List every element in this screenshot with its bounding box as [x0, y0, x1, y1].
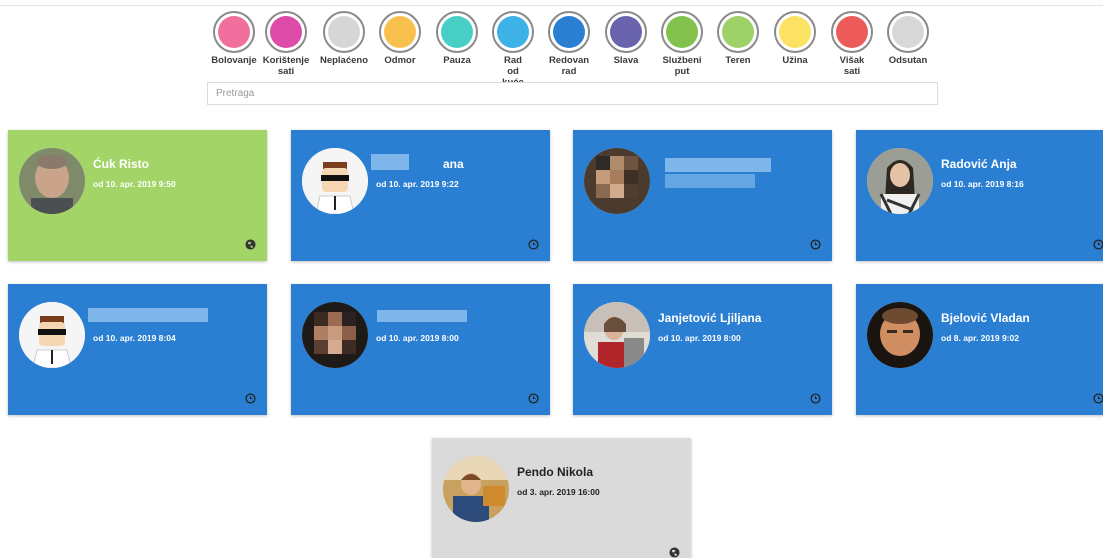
redacted-name	[88, 308, 208, 322]
employee-card[interactable]: Bjelović Vladan od 8. apr. 2019 9:02	[856, 284, 1103, 415]
employee-card[interactable]: Janjetović Ljiljana od 10. apr. 2019 8:0…	[573, 284, 832, 415]
legend-item-visak-sati[interactable]: Višak sati	[822, 11, 882, 77]
legend-circle	[379, 11, 421, 53]
legend-circle	[213, 11, 255, 53]
clock-icon	[810, 239, 821, 250]
globe-icon	[245, 239, 256, 250]
legend-circle	[605, 11, 647, 53]
employee-name: Janjetović Ljiljana	[658, 311, 762, 325]
legend-label: Višak sati	[839, 55, 865, 77]
legend-label: Neplaćeno	[319, 55, 369, 66]
legend-circle	[548, 11, 590, 53]
employee-card[interactable]: ana od 10. apr. 2019 9:22	[291, 130, 550, 261]
employee-since: od 3. apr. 2019 16:00	[517, 487, 600, 497]
clock-icon	[528, 239, 539, 250]
legend-item-koristenje-sati[interactable]: Korištenje sati	[256, 11, 316, 77]
avatar	[443, 456, 509, 522]
employee-name: Radović Anja	[941, 157, 1017, 171]
legend-item-odmor[interactable]: Odmor	[370, 11, 430, 66]
employee-since: od 10. apr. 2019 8:00	[658, 333, 741, 343]
legend-circle	[717, 11, 759, 53]
legend-item-slava[interactable]: Slava	[596, 11, 656, 66]
legend-label: Redovan rad	[548, 55, 590, 77]
redacted-date	[665, 174, 755, 188]
globe-icon	[669, 547, 680, 558]
legend-item-neplaceno[interactable]: Neplaćeno	[314, 11, 374, 66]
legend-circle	[831, 11, 873, 53]
redacted-name	[665, 158, 771, 172]
legend-circle	[436, 11, 478, 53]
search-input[interactable]	[207, 82, 938, 105]
legend-label: Odmor	[384, 55, 416, 66]
employee-since: od 10. apr. 2019 9:22	[376, 179, 459, 189]
top-bar	[0, 0, 1103, 6]
legend-label: Bolovanje	[211, 55, 257, 66]
employee-card[interactable]: Ćuk Risto od 10. apr. 2019 9:50	[8, 130, 267, 261]
legend-circle	[887, 11, 929, 53]
avatar	[19, 148, 85, 214]
legend-item-uzina[interactable]: Užina	[765, 11, 825, 66]
avatar	[19, 302, 85, 368]
legend-label: Užina	[782, 55, 808, 66]
legend-label: Teren	[725, 55, 751, 66]
legend-item-odsutan[interactable]: Odsutan	[878, 11, 938, 66]
legend-circle	[492, 11, 534, 53]
avatar	[867, 302, 933, 368]
legend-circle	[265, 11, 307, 53]
legend-label: Slava	[613, 55, 639, 66]
legend-item-bolovanje[interactable]: Bolovanje	[204, 11, 264, 66]
avatar	[584, 302, 650, 368]
clock-icon	[245, 393, 256, 404]
avatar	[302, 302, 368, 368]
employee-name: Ćuk Risto	[93, 157, 150, 171]
avatar	[584, 148, 650, 214]
employee-since: od 10. apr. 2019 8:00	[376, 333, 459, 343]
clock-icon	[528, 393, 539, 404]
employee-card[interactable]: od 10. apr. 2019 8:00	[291, 284, 550, 415]
employee-card[interactable]	[573, 130, 832, 261]
clock-icon	[810, 393, 821, 404]
employee-card[interactable]: Pendo Nikola od 3. apr. 2019 16:00	[432, 438, 691, 558]
employee-card[interactable]: Radović Anja od 10. apr. 2019 8:16	[856, 130, 1103, 261]
legend-circle	[661, 11, 703, 53]
legend-item-pauza[interactable]: Pauza	[427, 11, 487, 66]
employee-name: Bjelović Vladan	[941, 311, 1030, 325]
avatar	[867, 148, 933, 214]
redacted-name	[377, 310, 467, 322]
clock-icon	[1093, 393, 1103, 404]
avatar	[302, 148, 368, 214]
employee-since: od 10. apr. 2019 9:50	[93, 179, 176, 189]
employee-name: ana	[443, 157, 464, 171]
legend-label: Odsutan	[888, 55, 928, 66]
legend-item-rad-od-kuce[interactable]: Rad od kuće	[483, 11, 543, 88]
legend-item-teren[interactable]: Teren	[708, 11, 768, 66]
legend-item-redovan-rad[interactable]: Redovan rad	[539, 11, 599, 77]
status-legend: Bolovanje Korištenje sati Neplaćeno Odmo…	[204, 11, 934, 88]
employee-card[interactable]: od 10. apr. 2019 8:04	[8, 284, 267, 415]
legend-circle	[323, 11, 365, 53]
legend-circle	[774, 11, 816, 53]
legend-label: Službeni put	[662, 55, 702, 77]
redacted-name	[371, 154, 409, 170]
employee-name: Pendo Nikola	[517, 465, 594, 479]
legend-label: Korištenje sati	[262, 55, 310, 77]
legend-label: Pauza	[443, 55, 471, 66]
legend-item-sluzbeni-put[interactable]: Službeni put	[652, 11, 712, 77]
employee-since: od 10. apr. 2019 8:04	[93, 333, 176, 343]
employee-since: od 8. apr. 2019 9:02	[941, 333, 1019, 343]
clock-icon	[1093, 239, 1103, 250]
employee-since: od 10. apr. 2019 8:16	[941, 179, 1024, 189]
